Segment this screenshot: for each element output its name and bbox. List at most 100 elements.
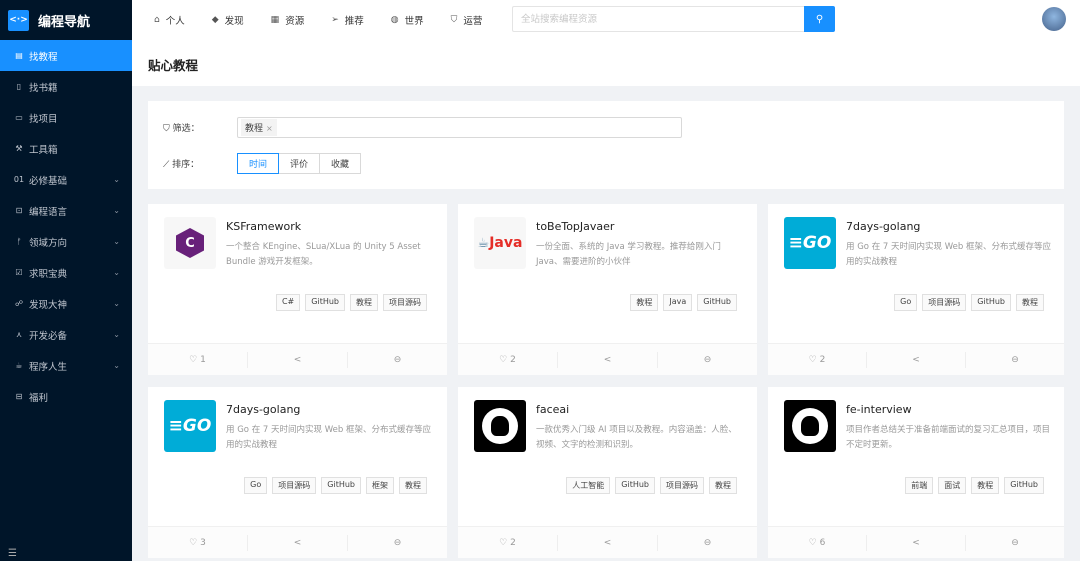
tag[interactable]: 教程	[350, 294, 378, 311]
sidebar-item-3[interactable]: ⚒ 工具箱	[0, 133, 132, 164]
chevron-down-icon: ⌄	[113, 361, 120, 370]
search-button[interactable]: ⚲	[804, 6, 835, 32]
resource-card[interactable]: fe-interview 项目作者总结关于准备前端面试的复习汇总项目，项目不定时…	[768, 387, 1064, 558]
share-button[interactable]: <	[866, 534, 965, 551]
sidebar-item-label: 求职宝典	[29, 268, 68, 280]
header: ⌂ 个人 ◆ 发现 ▦ 资源 ➢ 推荐 ◍ 世界 ⛉ 运营 ⚲	[132, 0, 1080, 40]
card-title[interactable]: KSFramework	[226, 220, 301, 233]
sidebar-item-10[interactable]: ☕ 程序人生 ⌄	[0, 350, 132, 381]
sidebar-item-2[interactable]: ▭ 找项目	[0, 102, 132, 133]
book-icon: ▤	[15, 51, 23, 60]
tag[interactable]: C#	[275, 294, 301, 311]
tag[interactable]: Go	[244, 477, 268, 494]
sidebar-item-8[interactable]: ☍ 发现大神 ⌄	[0, 288, 132, 319]
open-button[interactable]: ⊖	[347, 534, 447, 551]
card-description: 项目作者总结关于准备前端面试的复习汇总项目，项目不定时更新。	[846, 425, 1051, 450]
tag[interactable]: GitHub	[1004, 477, 1044, 494]
sidebar-item-11[interactable]: ⊟ 福利	[0, 381, 132, 412]
like-button[interactable]: ♡ 2	[458, 352, 557, 368]
topnav-item-0[interactable]: ⌂ 个人	[154, 13, 185, 27]
tag[interactable]: GitHub	[971, 294, 1011, 311]
branch-icon: ᚠ	[16, 237, 22, 246]
collapse-sidebar-icon[interactable]: ☰	[8, 548, 17, 559]
sort-option-rating[interactable]: 评价	[278, 153, 321, 174]
like-button[interactable]: ♡ 2	[768, 352, 866, 368]
tag[interactable]: 面试	[938, 477, 967, 494]
tag[interactable]: 项目源码	[922, 294, 967, 311]
sort-option-favorites[interactable]: 收藏	[319, 153, 362, 174]
share-button[interactable]: <	[247, 534, 347, 551]
tag[interactable]: Go	[894, 294, 918, 311]
card-title[interactable]: fe-interview	[846, 403, 912, 416]
share-button[interactable]: <	[247, 351, 347, 368]
sort-options: 时间 评价 收藏	[237, 153, 362, 174]
tag[interactable]: 项目源码	[660, 477, 704, 494]
resource-card[interactable]: C KSFramework 一个整合 KEngine、SLua/XLua 的 Un…	[148, 204, 447, 375]
heart-icon: ♡	[189, 354, 201, 365]
open-button[interactable]: ⊖	[965, 351, 1064, 368]
avatar[interactable]	[1042, 7, 1066, 31]
calendar-check-icon: ☑	[15, 268, 23, 277]
share-button[interactable]: <	[557, 351, 657, 368]
topnav-item-2[interactable]: ▦ 资源	[271, 13, 305, 27]
sidebar-item-1[interactable]: ▯ 找书籍	[0, 71, 132, 102]
sidebar-item-4[interactable]: 01 必修基础 ⌄	[0, 164, 132, 195]
share-button[interactable]: <	[557, 534, 657, 551]
tag[interactable]: 教程	[399, 477, 427, 494]
open-button[interactable]: ⊖	[657, 351, 757, 368]
resource-card[interactable]: faceai 一款优秀入门级 AI 项目以及教程。内容涵盖：人脸、视频、文字的检…	[458, 387, 757, 558]
card-title[interactable]: 7days-golang	[226, 403, 300, 416]
tag[interactable]: GitHub	[615, 477, 655, 494]
like-button[interactable]: ♡ 3	[148, 535, 247, 551]
filter-panel: ⛉ 筛选： 教程 × ⟋ 排序： 时间 评价 收藏	[148, 101, 1064, 189]
like-button[interactable]: ♡ 6	[768, 535, 866, 551]
tag[interactable]: Java	[663, 294, 693, 311]
card-title[interactable]: toBeTopJavaer	[536, 220, 614, 233]
tag[interactable]: 教程	[630, 294, 659, 311]
topnav-item-5[interactable]: ⛉ 运营	[451, 13, 483, 27]
open-button[interactable]: ⊖	[965, 534, 1064, 551]
tag[interactable]: 项目源码	[383, 294, 427, 311]
sidebar-item-0[interactable]: ▤ 找教程	[0, 40, 132, 71]
tag[interactable]: 人工智能	[566, 477, 611, 494]
tag[interactable]: 前端	[905, 477, 934, 494]
sidebar-item-6[interactable]: ᚠ 领域方向 ⌄	[0, 226, 132, 257]
topnav-item-3[interactable]: ➢ 推荐	[331, 13, 364, 27]
tag[interactable]: 教程	[709, 477, 737, 494]
tag[interactable]: 框架	[366, 477, 394, 494]
filter-tag-select[interactable]: 教程 ×	[237, 117, 682, 138]
search-input[interactable]	[512, 6, 804, 32]
trend-icon: ⟋	[163, 160, 173, 170]
login-icon: ⊖	[703, 354, 712, 365]
resource-card[interactable]: ≡GO 7days-golang 用 Go 在 7 天时间内实现 Web 框架、分…	[768, 204, 1064, 375]
like-button[interactable]: ♡ 2	[458, 535, 557, 551]
close-icon[interactable]: ×	[266, 124, 273, 133]
tag[interactable]: GitHub	[305, 294, 345, 311]
tag[interactable]: GitHub	[697, 294, 737, 311]
sidebar-item-9[interactable]: ⋏ 开发必备 ⌄	[0, 319, 132, 350]
tag[interactable]: GitHub	[321, 477, 361, 494]
like-button[interactable]: ♡ 1	[148, 352, 247, 368]
like-count: 6	[819, 537, 826, 548]
tag[interactable]: 项目源码	[272, 477, 317, 494]
code-icon: ⊡	[15, 206, 23, 215]
resource-card[interactable]: ☕ Java toBeTopJavaer 一份全面、系统的 Java 学习教程。推荐…	[458, 204, 757, 375]
open-button[interactable]: ⊖	[347, 351, 447, 368]
open-button[interactable]: ⊖	[657, 534, 757, 551]
card-actions: ♡ 2 < ⊖	[458, 343, 757, 375]
app-logo[interactable]: <·> 编程导航	[0, 0, 132, 40]
search-icon: ⚲	[815, 13, 824, 25]
resource-card[interactable]: ≡GO 7days-golang 用 Go 在 7 天时间内实现 Web 框架、分…	[148, 387, 447, 558]
sort-option-time[interactable]: 时间	[237, 153, 280, 174]
tag[interactable]: 教程	[971, 477, 1000, 494]
share-button[interactable]: <	[866, 351, 965, 368]
card-title[interactable]: faceai	[536, 403, 569, 416]
project-logo: ☕ Java	[474, 217, 526, 269]
topnav-item-4[interactable]: ◍ 世界	[391, 13, 424, 27]
sidebar-item-5[interactable]: ⊡ 编程语言 ⌄	[0, 195, 132, 226]
topnav-item-1[interactable]: ◆ 发现	[212, 13, 244, 27]
tag[interactable]: 教程	[1016, 294, 1044, 311]
chevron-down-icon: ⌄	[113, 175, 120, 184]
sidebar-item-7[interactable]: ☑ 求职宝典 ⌄	[0, 257, 132, 288]
card-title[interactable]: 7days-golang	[846, 220, 920, 233]
